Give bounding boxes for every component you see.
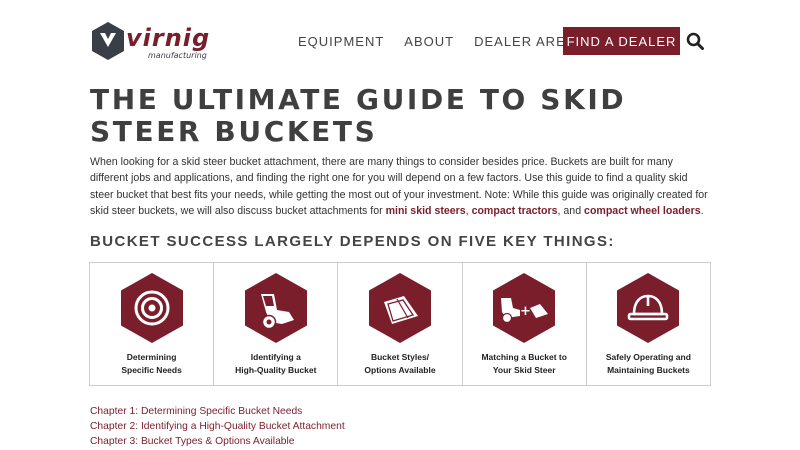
intro-paragraph: When looking for a skid steer bucket att…	[90, 154, 712, 219]
intro-end: .	[700, 204, 704, 217]
card-determining-needs[interactable]: Determining Specific Needs	[90, 263, 215, 385]
page-title: THE ULTIMATE GUIDE TO SKID STEER BUCKETS	[90, 83, 627, 148]
card-matching-bucket[interactable]: + Matching a Bucket to Your Skid Steer	[463, 263, 587, 385]
card-label-line: Your Skid Steer	[492, 364, 556, 375]
main-nav: EQUIPMENT ABOUT DEALER AREA	[298, 27, 595, 55]
compact-tractors-link[interactable]: compact tractors	[472, 205, 558, 217]
hard-hat-icon	[617, 273, 680, 343]
card-label: Identifying a High-Quality Bucket	[220, 351, 332, 376]
card-label-line: Maintaining Buckets	[607, 364, 690, 375]
mini-skid-steers-link[interactable]: mini skid steers	[386, 205, 466, 217]
card-label-line: Matching a Bucket to	[481, 352, 567, 362]
section-subheading: BUCKET SUCCESS LARGELY DEPENDS ON FIVE K…	[90, 233, 615, 250]
svg-text:+: +	[520, 304, 531, 319]
card-label: Determining Specific Needs	[96, 351, 208, 376]
svg-text:virnig: virnig	[126, 24, 210, 52]
chapter-2-link[interactable]: Chapter 2: Identifying a High-Quality Bu…	[90, 419, 345, 434]
card-label: Safely Operating and Maintaining Buckets	[592, 351, 704, 376]
chapter-links: Chapter 1: Determining Specific Bucket N…	[90, 404, 345, 449]
card-label: Matching a Bucket to Your Skid Steer	[468, 351, 580, 376]
site-header: virnig manufacturing EQUIPMENT ABOUT DEA…	[0, 0, 800, 80]
card-safely-operating[interactable]: Safely Operating and Maintaining Buckets	[587, 263, 710, 385]
card-identifying-bucket[interactable]: Identifying a High-Quality Bucket	[214, 263, 339, 385]
target-icon	[120, 273, 183, 343]
bucket-styles-icon	[369, 273, 431, 343]
nav-about[interactable]: ABOUT	[404, 34, 454, 49]
chapter-3-link[interactable]: Chapter 3: Bucket Types & Options Availa…	[90, 434, 345, 449]
virnig-logo[interactable]: virnig manufacturing	[90, 20, 232, 62]
svg-text:manufacturing: manufacturing	[148, 51, 207, 60]
key-things-grid: Determining Specific Needs Identifying a…	[89, 262, 711, 386]
card-label-line: Bucket Styles/	[370, 352, 430, 362]
card-label-line: High-Quality Bucket	[235, 364, 317, 375]
nav-dealer-area[interactable]: DEALER AREA	[474, 34, 575, 49]
intro-separator: , and	[557, 204, 585, 217]
find-a-dealer-button[interactable]: FIND A DEALER	[563, 27, 680, 55]
compact-wheel-loaders-link[interactable]: compact wheel loaders	[584, 205, 701, 217]
card-label-line: Safely Operating and	[605, 352, 691, 362]
card-label-line: Specific Needs	[121, 364, 182, 375]
bucket-icon	[244, 273, 307, 343]
nav-equipment[interactable]: EQUIPMENT	[298, 34, 384, 49]
search-icon[interactable]	[686, 32, 704, 50]
card-bucket-styles[interactable]: Bucket Styles/ Options Available	[338, 263, 463, 385]
card-label: Bucket Styles/ Options Available	[344, 351, 456, 376]
chapter-1-link[interactable]: Chapter 1: Determining Specific Bucket N…	[90, 404, 345, 419]
skid-steer-match-icon: +	[493, 273, 556, 343]
card-label-line: Identifying a	[250, 352, 301, 362]
card-label-line: Options Available	[364, 364, 436, 375]
card-label-line: Determining	[126, 352, 177, 362]
